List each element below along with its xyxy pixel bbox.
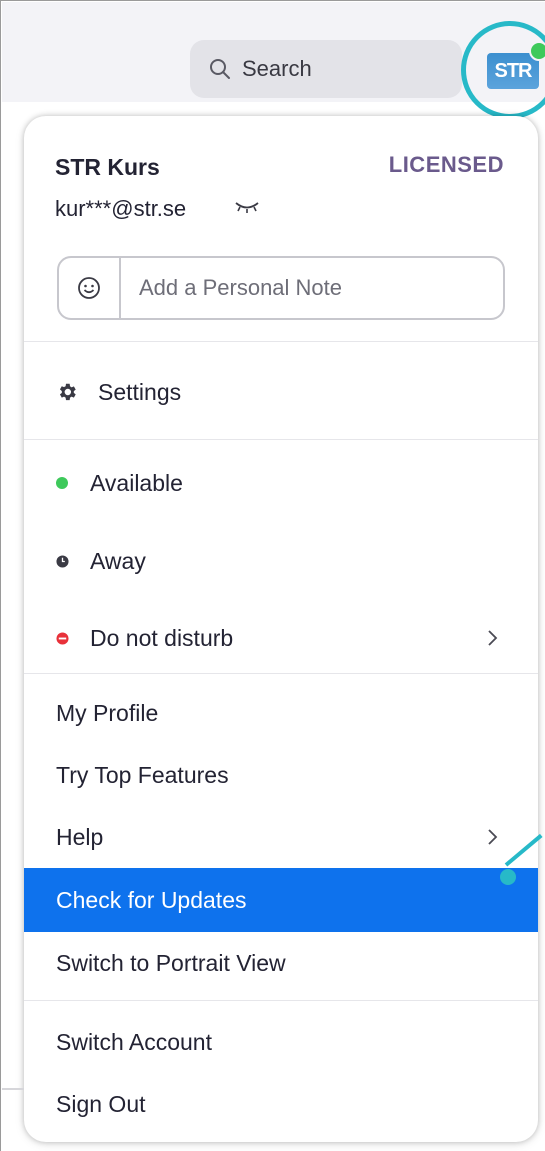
menu-item-label: Sign Out	[56, 1090, 146, 1117]
menu-item-switch-account[interactable]: Switch Account	[24, 1011, 538, 1073]
search-label: Search	[242, 56, 312, 81]
available-status-icon	[56, 477, 68, 489]
menu-item-settings[interactable]: Settings	[24, 361, 538, 423]
status-away[interactable]: Away	[24, 530, 538, 592]
menu-item-sign-out[interactable]: Sign Out	[24, 1073, 538, 1135]
divider	[24, 439, 538, 440]
menu-item-label: Switch to Portrait View	[56, 949, 286, 976]
smiley-icon	[78, 277, 100, 299]
divider	[24, 1000, 538, 1001]
clock-icon	[56, 554, 69, 568]
menu-item-help[interactable]: Help	[24, 806, 538, 868]
menu-item-check-for-updates[interactable]: Check for Updates	[24, 868, 538, 932]
search-input[interactable]: Search	[190, 40, 462, 98]
license-badge: LICENSED	[388, 152, 504, 177]
status-available[interactable]: Available	[24, 452, 538, 514]
do-not-disturb-icon	[56, 631, 69, 645]
menu-item-label: My Profile	[56, 699, 159, 726]
avatar-initials: STR	[494, 59, 533, 82]
menu-item-label: Do not disturb	[90, 624, 234, 651]
profile-name: STR Kurs	[55, 154, 160, 180]
emoji-picker-button[interactable]	[59, 258, 121, 318]
personal-note-placeholder: Add a Personal Note	[139, 275, 343, 300]
chevron-right-icon	[488, 829, 498, 845]
gear-icon	[59, 383, 76, 401]
personal-note-field[interactable]: Add a Personal Note	[57, 256, 505, 320]
menu-item-label: Check for Updates	[56, 886, 247, 913]
eye-hidden-icon[interactable]	[234, 200, 260, 214]
menu-item-label: Settings	[98, 378, 182, 405]
divider	[24, 341, 538, 342]
avatar[interactable]: STR	[487, 53, 539, 89]
chevron-right-icon	[488, 630, 498, 646]
menu-item-label: Away	[90, 547, 146, 574]
presence-status-dot	[529, 41, 545, 61]
menu-item-try-top-features[interactable]: Try Top Features	[24, 744, 538, 806]
menu-item-label: Help	[56, 823, 104, 850]
status-do-not-disturb[interactable]: Do not disturb	[24, 607, 538, 669]
profile-email: kur***@str.se	[55, 196, 187, 221]
menu-item-my-profile[interactable]: My Profile	[24, 682, 538, 744]
menu-item-label: Available	[90, 469, 183, 496]
profile-menu: STR Kurs LICENSED kur***@str.se Add a Pe…	[24, 116, 538, 1142]
menu-item-switch-to-portrait-view[interactable]: Switch to Portrait View	[24, 932, 538, 994]
app-window: Search STR STR Kurs LICENSED kur***@str.…	[0, 0, 545, 1151]
menu-item-label: Switch Account	[56, 1028, 212, 1055]
divider	[24, 673, 538, 674]
callout-pointer-dot	[500, 869, 516, 885]
menu-item-label: Try Top Features	[56, 761, 229, 788]
window-edge	[2, 1088, 24, 1090]
search-icon	[210, 59, 230, 79]
